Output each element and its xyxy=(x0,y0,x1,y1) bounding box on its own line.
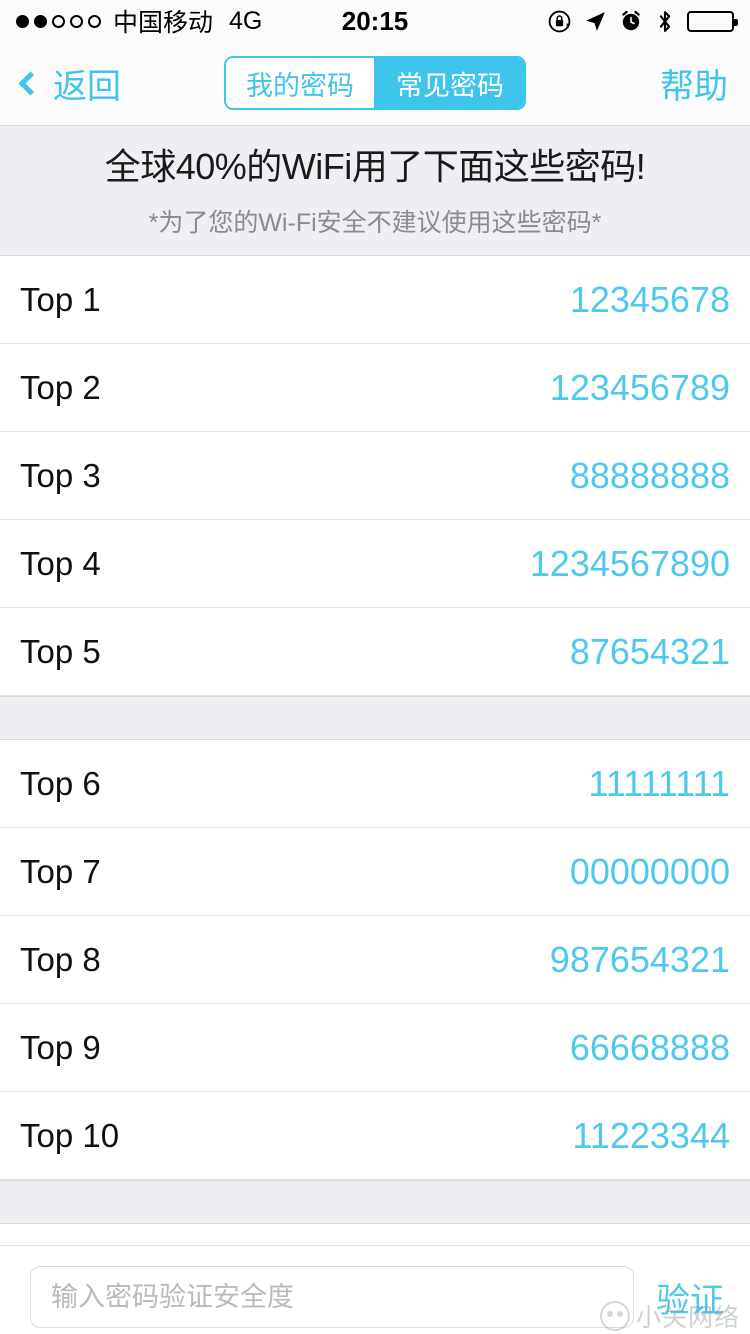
password-value: 00000000 xyxy=(569,850,730,892)
battery-icon xyxy=(687,10,738,32)
rank-label: Top 2 xyxy=(20,368,101,406)
password-value: 987654321 xyxy=(549,938,730,980)
bottom-group-separator xyxy=(0,1180,750,1224)
rank-label: Top 1 xyxy=(20,280,101,318)
location-arrow-icon xyxy=(583,9,608,34)
table-row[interactable]: Top 10 11223344 xyxy=(0,1092,750,1180)
table-row[interactable]: Top 1 12345678 xyxy=(0,256,750,344)
alarm-clock-icon xyxy=(619,9,643,33)
banner-subtitle: *为了您的Wi-Fi安全不建议使用这些密码* xyxy=(148,209,602,237)
back-button[interactable]: 返回 xyxy=(18,59,121,108)
table-row[interactable]: Top 3 88888888 xyxy=(0,432,750,520)
status-bar-right xyxy=(547,9,738,34)
table-row[interactable]: Top 5 87654321 xyxy=(0,608,750,696)
password-value: 66668888 xyxy=(569,1026,730,1068)
rank-label: Top 5 xyxy=(20,632,101,670)
network-type-label: 4G xyxy=(229,6,263,35)
bluetooth-icon xyxy=(654,9,676,34)
table-row[interactable]: Top 4 1234567890 xyxy=(0,520,750,608)
status-bar: 中国移动 4G 20:15 xyxy=(0,0,750,42)
banner-title: 全球40%的WiFi用了下面这些密码! xyxy=(104,146,646,187)
app-screen: 中国移动 4G 20:15 返回 我的密码 常见密码 帮助 全球40%的WiFi… xyxy=(0,0,750,1334)
table-row[interactable]: Top 9 66668888 xyxy=(0,1004,750,1092)
rank-label: Top 8 xyxy=(20,940,101,978)
rotation-lock-icon xyxy=(547,9,572,34)
rank-label: Top 6 xyxy=(20,764,101,802)
group-separator xyxy=(0,696,750,740)
table-row[interactable]: Top 8 987654321 xyxy=(0,916,750,1004)
password-value: 11111111 xyxy=(588,762,730,804)
rank-label: Top 4 xyxy=(20,544,101,582)
help-button[interactable]: 帮助 xyxy=(660,59,728,108)
password-value: 88888888 xyxy=(569,454,730,496)
tab-my-passwords[interactable]: 我的密码 xyxy=(226,58,374,108)
password-list-group-one: Top 1 12345678 Top 2 123456789 Top 3 88888888… xyxy=(0,256,750,696)
back-button-label: 返回 xyxy=(53,68,121,106)
rank-label: Top 3 xyxy=(20,456,101,494)
table-row[interactable]: Top 7 00000000 xyxy=(0,828,750,916)
rank-label: Top 10 xyxy=(20,1116,120,1154)
navigation-bar: 返回 我的密码 常见密码 帮助 xyxy=(0,42,750,126)
table-row[interactable]: Top 2 123456789 xyxy=(0,344,750,432)
table-row[interactable]: Top 6 11111111 xyxy=(0,740,750,828)
tab-common-passwords[interactable]: 常见密码 xyxy=(374,58,524,108)
rank-label: Top 7 xyxy=(20,852,101,890)
footer-spacer xyxy=(0,1224,750,1246)
carrier-label: 中国移动 xyxy=(113,9,214,37)
password-value: 123456789 xyxy=(549,366,730,408)
password-value: 12345678 xyxy=(569,278,730,320)
password-value: 87654321 xyxy=(569,630,730,672)
password-value: 11223344 xyxy=(572,1114,731,1156)
password-value: 1234567890 xyxy=(529,542,730,584)
segmented-control[interactable]: 我的密码 常见密码 xyxy=(224,56,526,110)
status-bar-left: 中国移动 4G xyxy=(16,3,262,39)
password-check-input[interactable] xyxy=(30,1266,634,1328)
banner: 全球40%的WiFi用了下面这些密码! *为了您的Wi-Fi安全不建议使用这些密… xyxy=(0,126,750,256)
verify-button[interactable]: 验证 xyxy=(652,1273,728,1322)
chevron-left-icon xyxy=(18,71,43,96)
signal-strength-icon xyxy=(16,14,101,28)
password-list-group-two: Top 6 11111111 Top 7 00000000 Top 8 987654321… xyxy=(0,740,750,1180)
rank-label: Top 9 xyxy=(20,1028,101,1066)
footer-bar: 验证 小关网络 xyxy=(0,1246,750,1334)
